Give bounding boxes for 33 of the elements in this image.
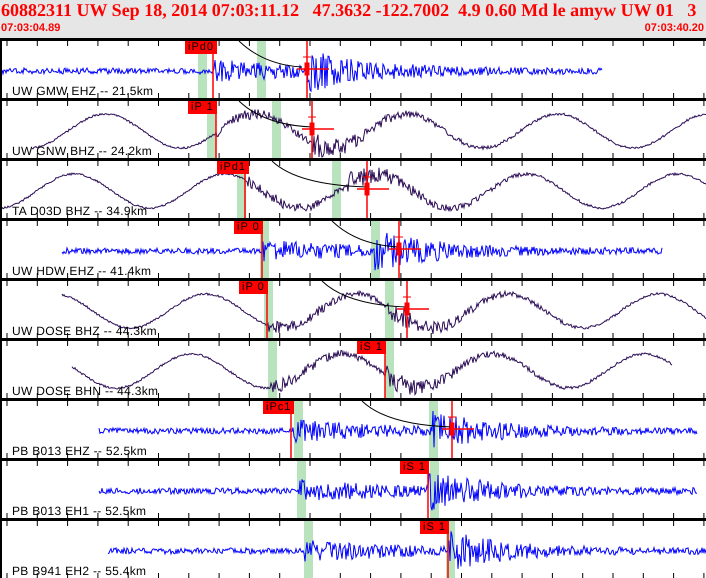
phase-window [385,281,394,338]
pick-label: iP 0 [234,221,263,234]
pick-label: iP 0 [239,281,268,294]
trace-label: UW GMW EHZ -- 21.5km [12,84,154,98]
trace-label: PB B013 EH1 -- 52.5km [12,504,146,518]
pick-label: iP 1 [188,101,217,114]
phase-window [272,101,281,158]
trace-label: UW DOSE BHZ -- 44.3km [12,324,157,338]
start-time: 07:03:04.89 [1,21,60,35]
pick-label: iPd0 [185,41,218,54]
phase-window [268,341,277,398]
trace-label: PB B013 EHZ -- 52.5km [12,444,148,458]
amplitude-marker [357,161,389,218]
amplitude-marker [397,281,429,338]
amplitude-marker [442,401,474,458]
event-title: 60882311 UW Sep 18, 2014 07:03:11.12 47.3632 -122.7002 4.9 0.60 Md le amyw UW 01 3 [1,0,698,21]
trace-label: UW GNW BHZ -- 24.2km [12,144,152,158]
travel-time-curve [332,221,400,248]
phase-window [332,161,341,218]
end-time: 07:03:40.20 [644,21,704,35]
pick-label: iPc1 [263,401,294,414]
pick-label: iPd1 [217,161,250,174]
amplitude-marker [389,221,421,278]
pick-label: iS 1 [420,521,449,534]
trace-label: TA D03D BHZ -- 34.9km [12,204,148,218]
trace-label: PB B941 EH2 -- 55.4km [12,564,146,578]
pick-label: iS 1 [357,341,386,354]
pick-label: iS 1 [400,461,429,474]
amplitude-marker [297,41,329,98]
trace-label: UW HDW EHZ -- 41.4km [12,264,152,278]
trace-label: UW DOSE BHN -- 44.3km [12,384,158,398]
amplitude-marker [302,101,334,158]
travel-time-curve [238,41,302,68]
